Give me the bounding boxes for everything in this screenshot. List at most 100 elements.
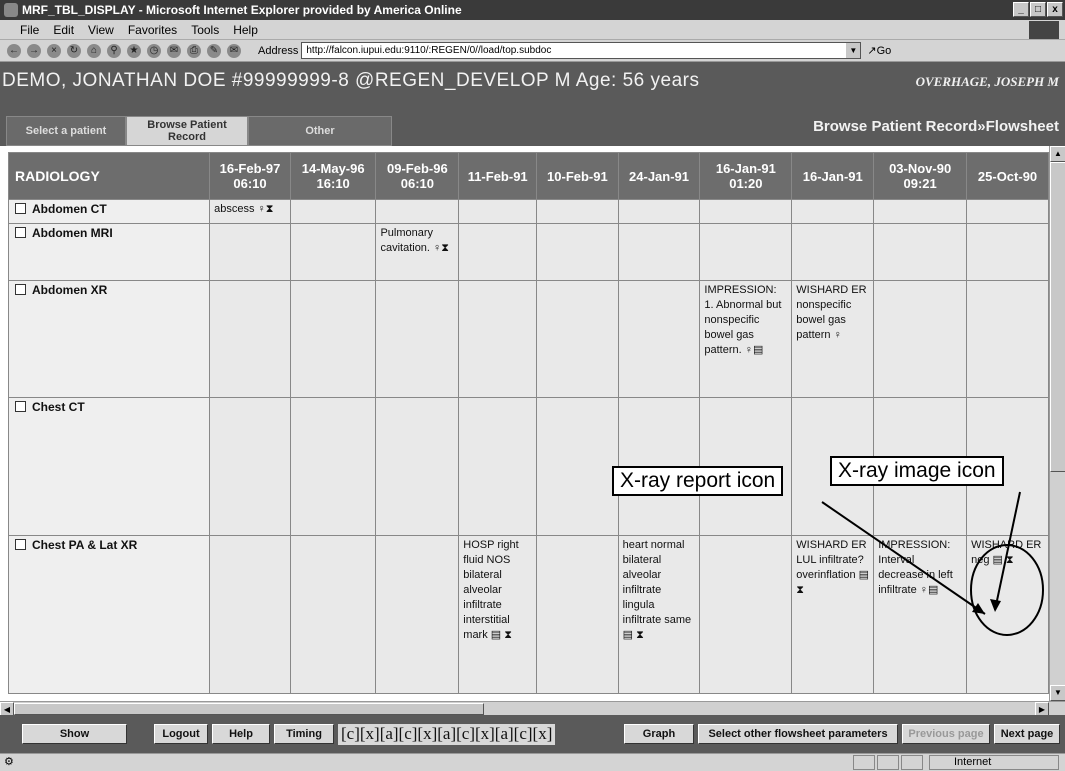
- address-label: Address: [258, 44, 299, 57]
- result-cell: [617, 223, 701, 281]
- horizontal-scrollbar[interactable]: ◀ ▶: [0, 701, 1065, 716]
- next-page-button[interactable]: Next page: [994, 724, 1060, 744]
- logout-button[interactable]: Logout: [154, 724, 208, 744]
- row-checkbox[interactable]: [15, 227, 26, 238]
- bottom-button-bar: Show Logout Help Timing [c][x][a][c][x][…: [0, 715, 1065, 753]
- result-cell: [873, 280, 968, 398]
- status-segment: [901, 755, 923, 770]
- row-label: Abdomen CT: [7, 199, 211, 224]
- result-cell: [617, 280, 701, 398]
- forward-icon[interactable]: →: [27, 43, 41, 58]
- show-button[interactable]: Show: [22, 724, 127, 744]
- window-title-bar: MRF_TBL_DISPLAY - Microsoft Internet Exp…: [0, 0, 1065, 20]
- flowsheet-links[interactable]: [c][x][a][c][x][a][c][x][a][c][x]: [338, 724, 556, 745]
- history-icon[interactable]: ◷: [147, 43, 161, 58]
- tab-other[interactable]: Other: [248, 116, 392, 146]
- date-column-header: 16-Jan-91: [791, 152, 875, 200]
- mail-icon[interactable]: ✉: [167, 43, 181, 58]
- column-date: 11-Feb-91: [467, 168, 528, 184]
- row-label-text: Abdomen MRI: [32, 226, 113, 240]
- result-cell: [617, 199, 701, 224]
- menu-tools[interactable]: Tools: [191, 23, 219, 37]
- row-checkbox[interactable]: [15, 539, 26, 550]
- menu-help[interactable]: Help: [233, 23, 258, 37]
- result-cell: [289, 397, 377, 536]
- result-cell: [791, 223, 875, 281]
- date-column-header: 16-Jan-91 01:20: [699, 152, 793, 200]
- go-button[interactable]: ↗Go: [867, 44, 891, 57]
- result-cell[interactable]: heart normal bilateral alveolar infiltra…: [617, 535, 701, 694]
- address-url: http://falcon.iupui.edu:9110/:REGEN/0//l…: [306, 45, 552, 56]
- result-cell: [289, 199, 377, 224]
- horizontal-scroll-thumb[interactable]: [14, 703, 484, 715]
- result-cell[interactable]: WISHARD ER LUL infiltrate? overinflation…: [791, 535, 875, 694]
- radiology-header: RADIOLOGY: [7, 152, 211, 200]
- refresh-icon[interactable]: ↻: [67, 43, 81, 58]
- result-cell: [699, 223, 793, 281]
- result-cell[interactable]: WISHARD ER nonspecific bowel gas pattern…: [791, 280, 875, 398]
- row-checkbox[interactable]: [15, 401, 26, 412]
- minimize-button[interactable]: _: [1013, 2, 1029, 17]
- result-cell[interactable]: Pulmonary cavitation. ♀⧗: [375, 223, 460, 281]
- date-column-header: 25-Oct-90: [966, 152, 1049, 200]
- result-cell[interactable]: IMPRESSION: 1. Abnormal but nonspecific …: [699, 280, 793, 398]
- row-label: Chest CT: [7, 397, 211, 536]
- help-button[interactable]: Help: [212, 724, 270, 744]
- graph-button[interactable]: Graph: [624, 724, 694, 744]
- column-date: 03-Nov-90: [889, 161, 952, 176]
- discuss-icon[interactable]: ✉: [227, 43, 241, 58]
- row-checkbox[interactable]: [15, 284, 26, 295]
- result-cell: [536, 199, 619, 224]
- maximize-button[interactable]: □: [1030, 2, 1046, 17]
- home-icon[interactable]: ⌂: [87, 43, 101, 58]
- tab-select-patient[interactable]: Select a patient: [6, 116, 126, 146]
- row-label: Abdomen XR: [7, 280, 211, 398]
- result-cell: [375, 280, 460, 398]
- row-checkbox[interactable]: [15, 203, 26, 214]
- favorites-icon[interactable]: ★: [127, 43, 141, 58]
- print-icon[interactable]: ⎙: [187, 43, 201, 58]
- scroll-down-icon[interactable]: ▼: [1050, 685, 1065, 701]
- column-time: 09:21: [903, 176, 937, 191]
- back-icon[interactable]: ←: [7, 43, 21, 58]
- scroll-right-icon[interactable]: ▶: [1035, 702, 1049, 716]
- stop-icon[interactable]: ×: [47, 43, 61, 58]
- result-cell: [699, 199, 793, 224]
- timing-button[interactable]: Timing: [274, 724, 334, 744]
- date-column-header: 11-Feb-91: [458, 152, 538, 200]
- vertical-scroll-thumb[interactable]: [1050, 162, 1065, 472]
- table-header-row: RADIOLOGY 16-Feb-97 06:10 14-May-96 16:10 09…: [7, 152, 1049, 200]
- result-cell[interactable]: WISHARD ER neg ▤ ⧗: [966, 535, 1049, 694]
- menu-view[interactable]: View: [88, 23, 114, 37]
- tab-browse-patient-record[interactable]: Browse Patient Record: [126, 116, 248, 146]
- scroll-up-icon[interactable]: ▲: [1050, 146, 1065, 162]
- menu-favorites[interactable]: Favorites: [128, 23, 177, 37]
- result-cell: [375, 397, 460, 536]
- close-button[interactable]: x: [1047, 2, 1063, 17]
- browser-logo-icon: [1029, 21, 1059, 39]
- zone-label: Internet: [954, 756, 992, 768]
- select-other-parameters-button[interactable]: Select other flowsheet parameters: [698, 724, 898, 744]
- chevron-down-icon[interactable]: ▼: [846, 43, 861, 58]
- menu-file[interactable]: File: [20, 23, 39, 37]
- browser-toolbar: ← → × ↻ ⌂ ⚲ ★ ◷ ✉ ⎙ ✎ ✉ Address http://f…: [0, 40, 1065, 62]
- result-cell[interactable]: IMPRESSION: Interval decrease in left in…: [873, 535, 968, 694]
- previous-page-button[interactable]: Previous page: [902, 724, 990, 744]
- vertical-scrollbar[interactable]: ▲ ▼: [1049, 146, 1065, 701]
- edit-icon[interactable]: ✎: [207, 43, 221, 58]
- result-cell: [873, 199, 968, 224]
- result-cell[interactable]: HOSP right fluid NOS bilateral alveolar …: [458, 535, 538, 694]
- result-cell[interactable]: abscess ♀⧗: [209, 199, 291, 224]
- column-date: 10-Feb-91: [547, 168, 608, 184]
- row-label: Abdomen MRI: [7, 223, 211, 281]
- date-column-header: 03-Nov-90 09:21: [873, 152, 968, 200]
- result-cell: [458, 397, 538, 536]
- row-label-text: Abdomen XR: [32, 283, 108, 297]
- scroll-left-icon[interactable]: ◀: [0, 702, 14, 716]
- search-icon[interactable]: ⚲: [107, 43, 121, 58]
- menu-edit[interactable]: Edit: [53, 23, 74, 37]
- date-column-header: 14-May-96 16:10: [289, 152, 377, 200]
- address-input[interactable]: http://falcon.iupui.edu:9110/:REGEN/0//l…: [301, 42, 862, 59]
- result-cell: [209, 223, 291, 281]
- table-row: Abdomen XR IMPRESSION: 1. Abnormal but no…: [7, 280, 1049, 398]
